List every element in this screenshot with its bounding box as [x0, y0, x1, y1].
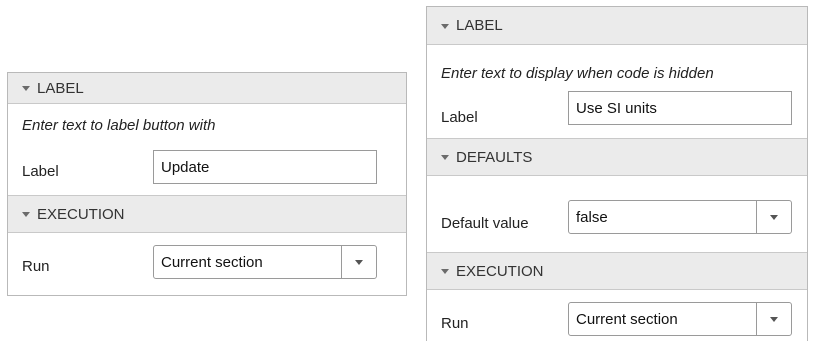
label-section-header[interactable]: LABEL: [8, 73, 406, 104]
label-section-title: LABEL: [456, 17, 503, 34]
label-field-label: Label: [22, 163, 59, 180]
execution-section-title: EXECUTION: [456, 262, 544, 280]
default-value-dropdown-value: false: [576, 208, 608, 226]
run-field-label: Run: [441, 315, 469, 332]
section-collapse-icon: [441, 155, 449, 160]
run-field-label: Run: [22, 258, 50, 275]
default-value-dropdown[interactable]: false: [568, 200, 792, 234]
defaults-section-title: DEFAULTS: [456, 148, 533, 166]
section-collapse-icon: [22, 86, 30, 91]
defaults-section-header[interactable]: DEFAULTS: [427, 138, 807, 176]
section-collapse-icon: [441, 269, 449, 274]
default-value-label: Default value: [441, 215, 529, 232]
label-hint: Enter text to display when code is hidde…: [441, 65, 714, 82]
execution-section-title: EXECUTION: [37, 205, 125, 223]
chevron-down-icon: [770, 316, 778, 322]
button-properties-panel: LABEL Enter text to label button with La…: [7, 72, 407, 296]
label-input[interactable]: [153, 150, 377, 184]
dropdown-arrow-button[interactable]: [341, 246, 376, 278]
label-section-title: LABEL: [37, 79, 84, 97]
run-dropdown-value: Current section: [161, 253, 263, 271]
run-dropdown[interactable]: Current section: [568, 302, 792, 336]
run-dropdown[interactable]: Current section: [153, 245, 377, 279]
chevron-down-icon: [355, 259, 363, 265]
dropdown-arrow-button[interactable]: [756, 303, 791, 335]
section-collapse-icon: [22, 212, 30, 217]
run-dropdown-value: Current section: [576, 310, 678, 328]
execution-section-header[interactable]: EXECUTION: [427, 252, 807, 290]
label-hint: Enter text to label button with: [22, 117, 216, 134]
label-field-label: Label: [441, 109, 478, 126]
dropdown-arrow-button[interactable]: [756, 201, 791, 233]
label-input[interactable]: [568, 91, 792, 125]
chevron-down-icon: [770, 214, 778, 220]
execution-section-header[interactable]: EXECUTION: [8, 195, 406, 233]
checkbox-properties-panel: LABEL Enter text to display when code is…: [426, 6, 808, 341]
label-section-header[interactable]: LABEL: [427, 7, 807, 45]
section-collapse-icon: [441, 23, 449, 29]
